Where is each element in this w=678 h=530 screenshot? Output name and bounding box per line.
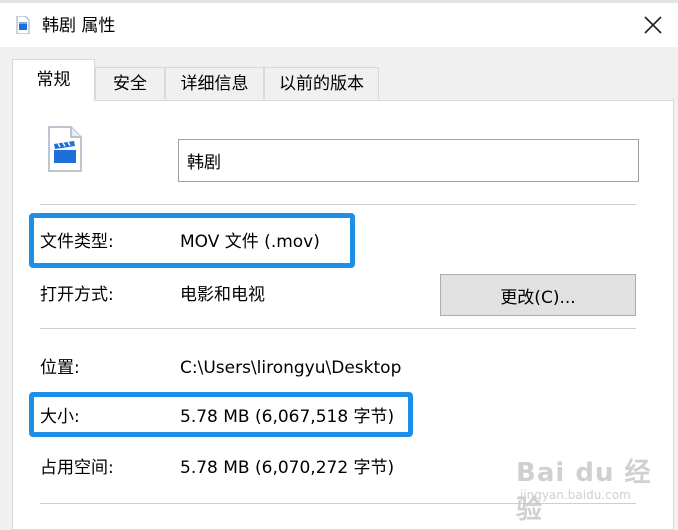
location-value: C:\Users\lirongyu\Desktop <box>180 358 402 378</box>
opens-with-label: 打开方式: <box>40 285 114 305</box>
separator <box>40 204 636 205</box>
tab-label: 详细信息 <box>180 74 249 94</box>
tab-details[interactable]: 详细信息 <box>165 67 264 99</box>
change-button[interactable]: 更改(C)... <box>440 274 636 316</box>
close-button[interactable] <box>628 3 678 47</box>
tab-general[interactable]: 常规 <box>12 59 95 101</box>
close-icon <box>644 16 662 34</box>
watermark-subtext: jingyan.baidu.com <box>520 488 631 502</box>
size-value: 5.78 MB (6,067,518 字节) <box>180 407 395 427</box>
tab-label: 以前的版本 <box>279 74 364 94</box>
location-label: 位置: <box>40 358 80 378</box>
tab-previous-versions[interactable]: 以前的版本 <box>264 67 379 99</box>
baidu-jingyan-watermark: Bai du 经验 jingyan.baidu.com <box>516 446 666 525</box>
file-type-label: 文件类型: <box>40 232 114 252</box>
tab-label: 安全 <box>113 74 147 94</box>
opens-with-value: 电影和电视 <box>180 285 265 305</box>
title-bar: 韩剧 属性 <box>0 3 678 47</box>
separator <box>40 328 636 329</box>
tab-label: 常规 <box>36 70 71 90</box>
video-file-icon <box>16 16 30 34</box>
file-name-field[interactable] <box>178 139 639 182</box>
window-title: 韩剧 属性 <box>42 16 116 36</box>
size-on-disk-label: 占用空间: <box>40 458 114 478</box>
file-type-value: MOV 文件 (.mov) <box>180 232 320 252</box>
video-file-icon <box>48 126 82 172</box>
tab-security[interactable]: 安全 <box>95 67 165 99</box>
size-label: 大小: <box>40 407 80 427</box>
size-on-disk-value: 5.78 MB (6,070,272 字节) <box>180 458 395 478</box>
